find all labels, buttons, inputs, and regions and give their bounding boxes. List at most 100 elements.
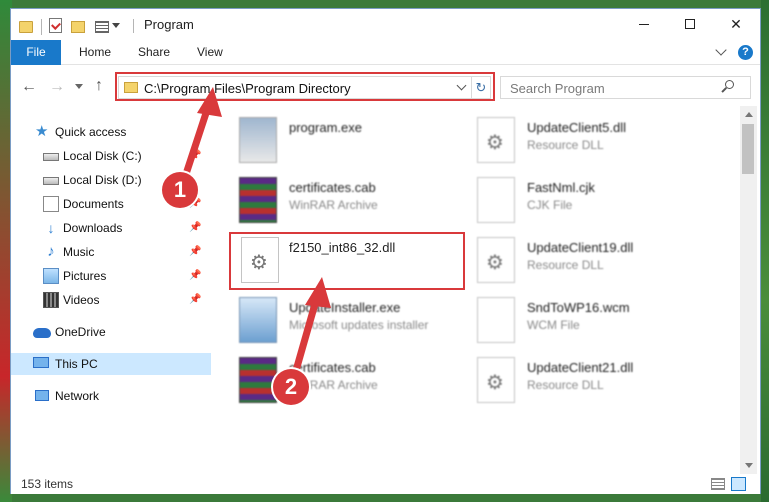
new-folder-icon[interactable] — [71, 21, 85, 33]
sidebar-item-this-pc[interactable]: This PC — [11, 353, 211, 375]
customize-icon[interactable] — [95, 21, 109, 33]
exe-icon — [239, 117, 277, 163]
sidebar-item-label: Local Disk (C:) — [63, 149, 142, 163]
large-icons-view-icon[interactable] — [731, 477, 746, 491]
file-icon — [477, 177, 515, 223]
drive-icon — [43, 153, 59, 161]
close-button[interactable]: ✕ — [713, 9, 759, 39]
expand-ribbon-icon[interactable] — [715, 44, 727, 56]
scroll-down-icon[interactable] — [745, 463, 753, 468]
quick-access-dropdown-icon[interactable] — [112, 23, 120, 28]
file-type: WCM File — [527, 318, 580, 332]
sidebar-item-label: Network — [55, 389, 100, 403]
sidebar-item-local-disk-c[interactable]: Local Disk (C:) 📌 — [11, 145, 211, 167]
file-name: UpdateClient19.dll — [527, 240, 634, 255]
search-icon[interactable] — [725, 80, 734, 89]
file-list: program.exe UpdateClient5.dll Resource D… — [219, 106, 739, 474]
sidebar-item-onedrive[interactable]: OneDrive — [11, 321, 211, 343]
dll-icon — [477, 117, 515, 163]
title-bar: Program ✕ — [11, 9, 760, 40]
sidebar-item-videos[interactable]: Videos 📌 — [11, 289, 211, 311]
sidebar-item-label: Quick access — [55, 125, 127, 139]
scroll-up-icon[interactable] — [745, 112, 753, 117]
maximize-icon — [685, 19, 695, 29]
file-item[interactable]: UpdateClient19.dll Resource DLL — [457, 234, 687, 288]
scroll-thumb[interactable] — [742, 124, 754, 174]
sidebar-item-label: Pictures — [63, 269, 107, 283]
tab-home[interactable]: Home — [79, 40, 111, 65]
file-name: SndToWP16.wcm — [527, 300, 630, 315]
computer-icon — [33, 357, 49, 368]
sidebar-item-pictures[interactable]: Pictures 📌 — [11, 265, 211, 287]
file-type: WinRAR Archive — [289, 198, 378, 212]
sidebar-item-label: Music — [63, 245, 95, 259]
file-type: Resource DLL — [527, 258, 604, 272]
forward-button[interactable]: → — [49, 79, 65, 95]
search-input[interactable]: Search Program — [500, 76, 751, 99]
pin-icon: 📌 — [189, 270, 202, 281]
sidebar-item-label: Downloads — [63, 221, 123, 235]
title-separator — [133, 19, 134, 33]
file-name: UpdateInstaller.exe — [289, 300, 401, 315]
archive-icon — [239, 357, 277, 403]
file-item[interactable]: UpdateClient21.dll Resource DLL — [457, 354, 687, 408]
drive-icon — [43, 177, 59, 185]
file-item[interactable]: certificates.cab WinRAR Archive — [219, 174, 449, 228]
file-item[interactable]: UpdateInstaller.exe Microsoft updates in… — [219, 294, 449, 348]
step-one-callout: 1 — [162, 172, 198, 208]
details-view-icon[interactable] — [711, 478, 725, 490]
target-file-highlight — [229, 232, 465, 290]
pictures-icon — [43, 268, 59, 284]
sidebar-item-label: Local Disk (D:) — [63, 173, 142, 187]
file-type: Resource DLL — [527, 138, 604, 152]
step-two-callout: 2 — [273, 369, 309, 405]
recent-locations-dropdown-icon[interactable] — [75, 84, 83, 89]
file-name: UpdateClient5.dll — [527, 120, 627, 135]
star-icon: ★ — [35, 123, 49, 140]
up-button[interactable]: ↑ — [95, 78, 103, 94]
help-icon[interactable]: ? — [738, 45, 753, 60]
file-name: certificates.cab — [289, 180, 376, 195]
toolbar-separator — [41, 19, 42, 35]
pin-icon: 📌 — [189, 150, 202, 161]
tab-share[interactable]: Share — [138, 40, 170, 65]
sidebar-item-label: OneDrive — [55, 325, 106, 339]
tab-file[interactable]: File — [11, 40, 61, 65]
sidebar-item-label: Videos — [63, 293, 100, 307]
archive-icon — [239, 177, 277, 223]
pin-icon: 📌 — [189, 222, 202, 233]
sidebar-item-downloads[interactable]: ↓ Downloads 📌 — [11, 217, 211, 239]
back-button[interactable]: ← — [21, 79, 37, 95]
window-title: Program — [144, 17, 194, 32]
tab-view[interactable]: View — [197, 40, 223, 65]
ribbon-tabs: File Home Share View ? — [11, 40, 760, 65]
videos-icon — [43, 292, 59, 308]
file-type: CJK File — [527, 198, 573, 212]
maximize-button[interactable] — [667, 9, 713, 39]
file-name: FastNml.cjk — [527, 180, 595, 195]
properties-icon[interactable] — [49, 18, 62, 33]
file-icon — [477, 297, 515, 343]
status-bar: 153 items — [11, 474, 760, 494]
file-item[interactable]: SndToWP16.wcm WCM File — [457, 294, 687, 348]
minimize-button[interactable] — [621, 9, 667, 39]
documents-icon — [43, 196, 59, 212]
file-item[interactable]: UpdateClient5.dll Resource DLL — [457, 114, 687, 168]
file-type: Microsoft updates installer — [289, 318, 429, 332]
file-name: UpdateClient21.dll — [527, 360, 634, 375]
file-item[interactable]: FastNml.cjk CJK File — [457, 174, 687, 228]
file-item[interactable]: program.exe — [219, 114, 449, 168]
folder-icon — [19, 21, 33, 33]
dll-icon — [477, 357, 515, 403]
vertical-scrollbar[interactable] — [740, 106, 757, 474]
sidebar-item-quick-access[interactable]: ★ Quick access — [11, 121, 211, 143]
file-item[interactable]: certificates.cab WinRAR Archive — [219, 354, 449, 408]
installer-icon — [239, 297, 277, 343]
sidebar-item-music[interactable]: ♪ Music 📌 — [11, 241, 211, 263]
sidebar-item-label: Documents — [63, 197, 124, 211]
minimize-icon — [639, 24, 649, 25]
explorer-window: Program ✕ File Home Share View ? ← → ↑ C… — [10, 8, 761, 494]
sidebar-item-network[interactable]: Network — [11, 385, 211, 407]
music-icon: ♪ — [47, 243, 55, 260]
navigation-pane: ★ Quick access Local Disk (C:) 📌 Local D… — [11, 106, 211, 474]
